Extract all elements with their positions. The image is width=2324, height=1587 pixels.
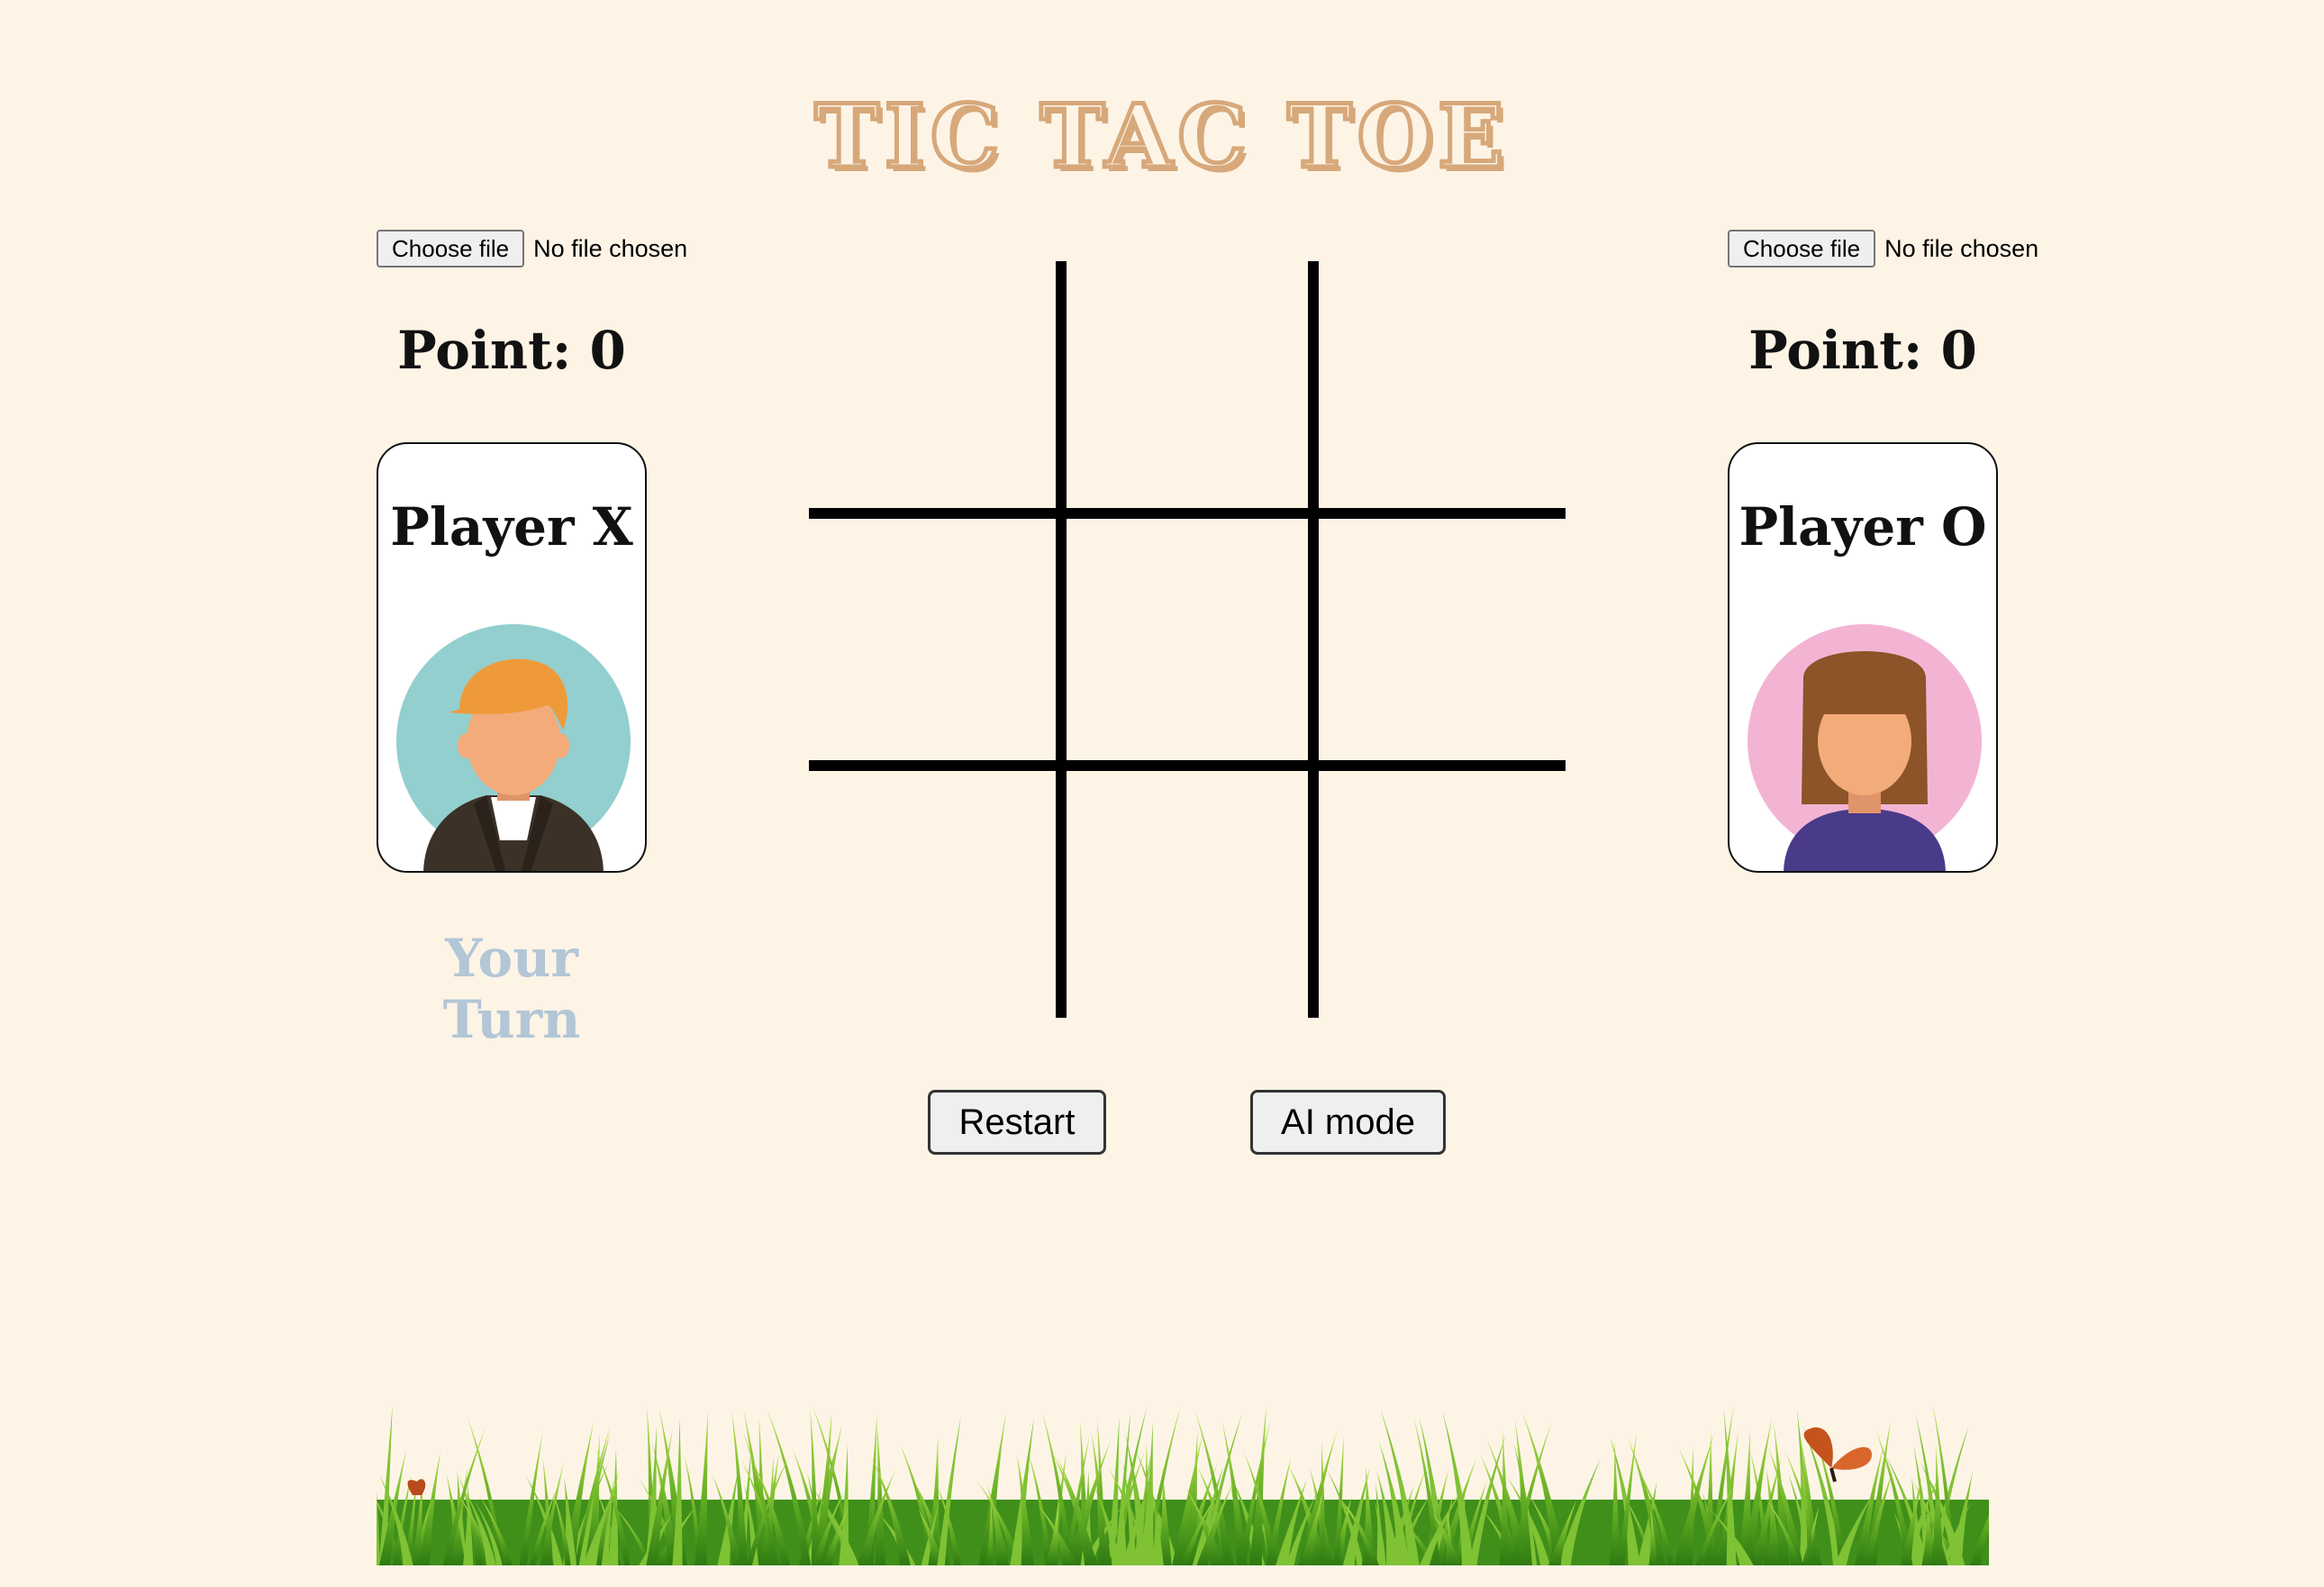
grass-blade: [875, 1422, 885, 1565]
player-x-file-picker[interactable]: Choose file No file chosen: [377, 229, 687, 268]
board-cell-1[interactable]: [809, 261, 1061, 513]
player-x-points: Point: 0: [397, 320, 626, 381]
player-x-name: Player X: [390, 496, 633, 558]
player-x-card: Player X: [377, 442, 647, 873]
player-o-avatar: [1748, 624, 1982, 871]
game-board: [809, 261, 1566, 1018]
board-cell-6[interactable]: [1313, 513, 1566, 766]
game-title: TIC TAC TOE: [812, 84, 1510, 190]
player-o-card: Player O: [1728, 442, 1998, 873]
grid-line-horizontal-1: [809, 508, 1566, 519]
player-x-file-status: No file chosen: [533, 234, 688, 262]
grid-line-vertical-2: [1308, 261, 1319, 1018]
grid-line-horizontal-2: [809, 760, 1566, 771]
player-o-choose-file-button[interactable]: Choose file: [1728, 230, 1876, 268]
grid-line-vertical-1: [1056, 261, 1067, 1018]
player-o-file-status: No file chosen: [1884, 234, 2039, 262]
player-o-file-picker[interactable]: Choose file No file chosen: [1728, 229, 2038, 268]
board-cell-3[interactable]: [1313, 261, 1566, 513]
board-cell-5[interactable]: [1061, 513, 1313, 766]
player-o-name: Player O: [1738, 496, 1987, 558]
player-x-avatar: [396, 624, 631, 871]
butterfly-icon: [1803, 1427, 1872, 1483]
turn-indicator: Your Turn: [442, 928, 581, 1050]
restart-button[interactable]: Restart: [928, 1090, 1106, 1155]
board-cell-8[interactable]: [1061, 766, 1313, 1018]
board-cell-4[interactable]: [809, 513, 1061, 766]
player-x-choose-file-button[interactable]: Choose file: [377, 230, 525, 268]
board-cell-9[interactable]: [1313, 766, 1566, 1018]
board-cell-7[interactable]: [809, 766, 1061, 1018]
grass-decoration: [377, 1403, 1989, 1565]
board-cell-2[interactable]: [1061, 261, 1313, 513]
player-o-points: Point: 0: [1748, 320, 1977, 381]
ai-mode-button[interactable]: AI mode: [1250, 1090, 1446, 1155]
